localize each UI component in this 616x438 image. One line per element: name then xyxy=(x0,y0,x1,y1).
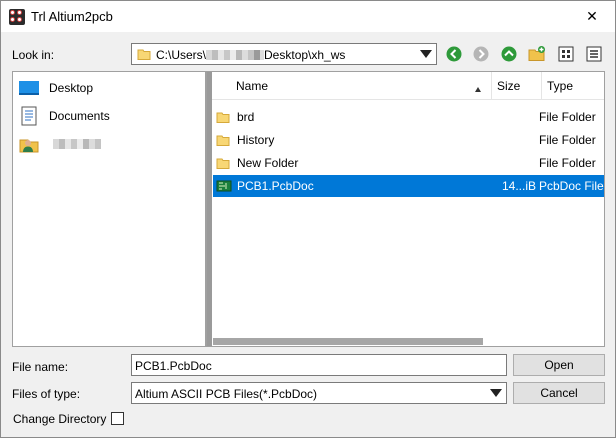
files-of-type-value: Altium ASCII PCB Files(*.PcbDoc) xyxy=(135,387,318,401)
file-list: Name Size Type brd File Folder History F… xyxy=(206,71,605,347)
back-arrow-icon xyxy=(446,46,462,62)
close-button[interactable]: ✕ xyxy=(569,1,615,32)
forward-arrow-icon xyxy=(473,46,489,62)
folder-icon xyxy=(216,156,230,173)
files-of-type-dropdown[interactable]: Altium ASCII PCB Files(*.PcbDoc) xyxy=(131,382,507,404)
change-directory-checkbox[interactable] xyxy=(111,412,124,425)
close-icon: ✕ xyxy=(586,8,598,24)
cancel-button[interactable]: Cancel xyxy=(513,382,605,404)
file-name: PCB1.PcbDoc xyxy=(237,179,314,193)
look-in-path: C:\Users\ Desktop\xh_ws xyxy=(156,48,346,62)
files-of-type-label: Files of type: xyxy=(12,387,81,401)
open-button[interactable]: Open xyxy=(513,354,605,376)
file-name-value: PCB1.PcbDoc xyxy=(135,359,212,373)
places-sidebar: Desktop Documents xyxy=(12,71,206,347)
column-headers: Name Size Type xyxy=(212,72,604,100)
file-name-input[interactable]: PCB1.PcbDoc xyxy=(131,354,507,376)
forward-button[interactable] xyxy=(471,44,491,64)
back-button[interactable] xyxy=(444,44,464,64)
file-size: 14...iB xyxy=(501,179,536,193)
look-in-dropdown[interactable]: C:\Users\ Desktop\xh_ws xyxy=(131,43,437,65)
details-view-button[interactable] xyxy=(584,44,604,64)
list-view-button[interactable] xyxy=(556,44,576,64)
file-type: File Folder xyxy=(539,110,596,124)
sidebar-item-desktop[interactable]: Desktop xyxy=(19,77,93,99)
file-row-new-folder[interactable]: New Folder File Folder xyxy=(213,152,604,174)
sidebar-item-documents[interactable]: Documents xyxy=(19,105,110,127)
sidebar-item-label: Desktop xyxy=(49,81,94,95)
column-header-type[interactable]: Type xyxy=(542,72,604,100)
file-name: brd xyxy=(237,110,255,124)
sort-ascending-icon xyxy=(475,87,481,92)
file-name: History xyxy=(237,133,275,147)
redacted-username xyxy=(53,139,101,149)
folder-icon xyxy=(216,133,230,150)
file-type: PcbDoc File xyxy=(539,179,604,193)
list-gutter xyxy=(207,72,212,346)
desktop-icon xyxy=(19,81,39,95)
file-row-history[interactable]: History File Folder xyxy=(213,129,604,151)
redacted-username xyxy=(206,50,265,60)
file-row-pcb1[interactable]: PCB1.PcbDoc 14...iB PcbDoc File xyxy=(213,175,604,197)
list-view-icon xyxy=(558,46,574,62)
sidebar-item-label: Documents xyxy=(49,109,110,123)
up-folder-icon xyxy=(501,46,517,62)
horizontal-scrollbar[interactable] xyxy=(213,338,483,345)
up-folder-button[interactable] xyxy=(499,44,519,64)
file-row-brd[interactable]: brd File Folder xyxy=(213,106,604,128)
file-name: New Folder xyxy=(237,156,299,170)
documents-icon xyxy=(21,106,37,126)
file-type: File Folder xyxy=(539,156,596,170)
chevron-down-icon xyxy=(420,50,432,58)
new-folder-button[interactable] xyxy=(527,44,547,64)
window-title: Trl Altium2pcb xyxy=(31,9,113,24)
file-type: File Folder xyxy=(539,133,596,147)
column-header-name[interactable]: Name xyxy=(212,72,492,100)
app-icon xyxy=(9,9,25,25)
new-folder-icon xyxy=(528,46,545,61)
file-name-label: File name: xyxy=(12,360,69,374)
user-icon xyxy=(19,139,39,153)
change-directory-label: Change Directory xyxy=(13,412,107,426)
pcb-file-icon xyxy=(216,179,232,196)
folder-icon xyxy=(137,47,151,64)
look-in-label: Look in: xyxy=(12,48,55,62)
details-view-icon xyxy=(586,46,602,62)
title-bar: Trl Altium2pcb ✕ xyxy=(1,1,615,32)
sidebar-item-user[interactable] xyxy=(19,133,101,155)
column-header-size[interactable]: Size xyxy=(492,72,542,100)
folder-icon xyxy=(216,110,230,127)
chevron-down-icon xyxy=(490,389,502,397)
file-dialog-window: Trl Altium2pcb ✕ Look in: C:\Users\ Deskt… xyxy=(0,0,616,438)
